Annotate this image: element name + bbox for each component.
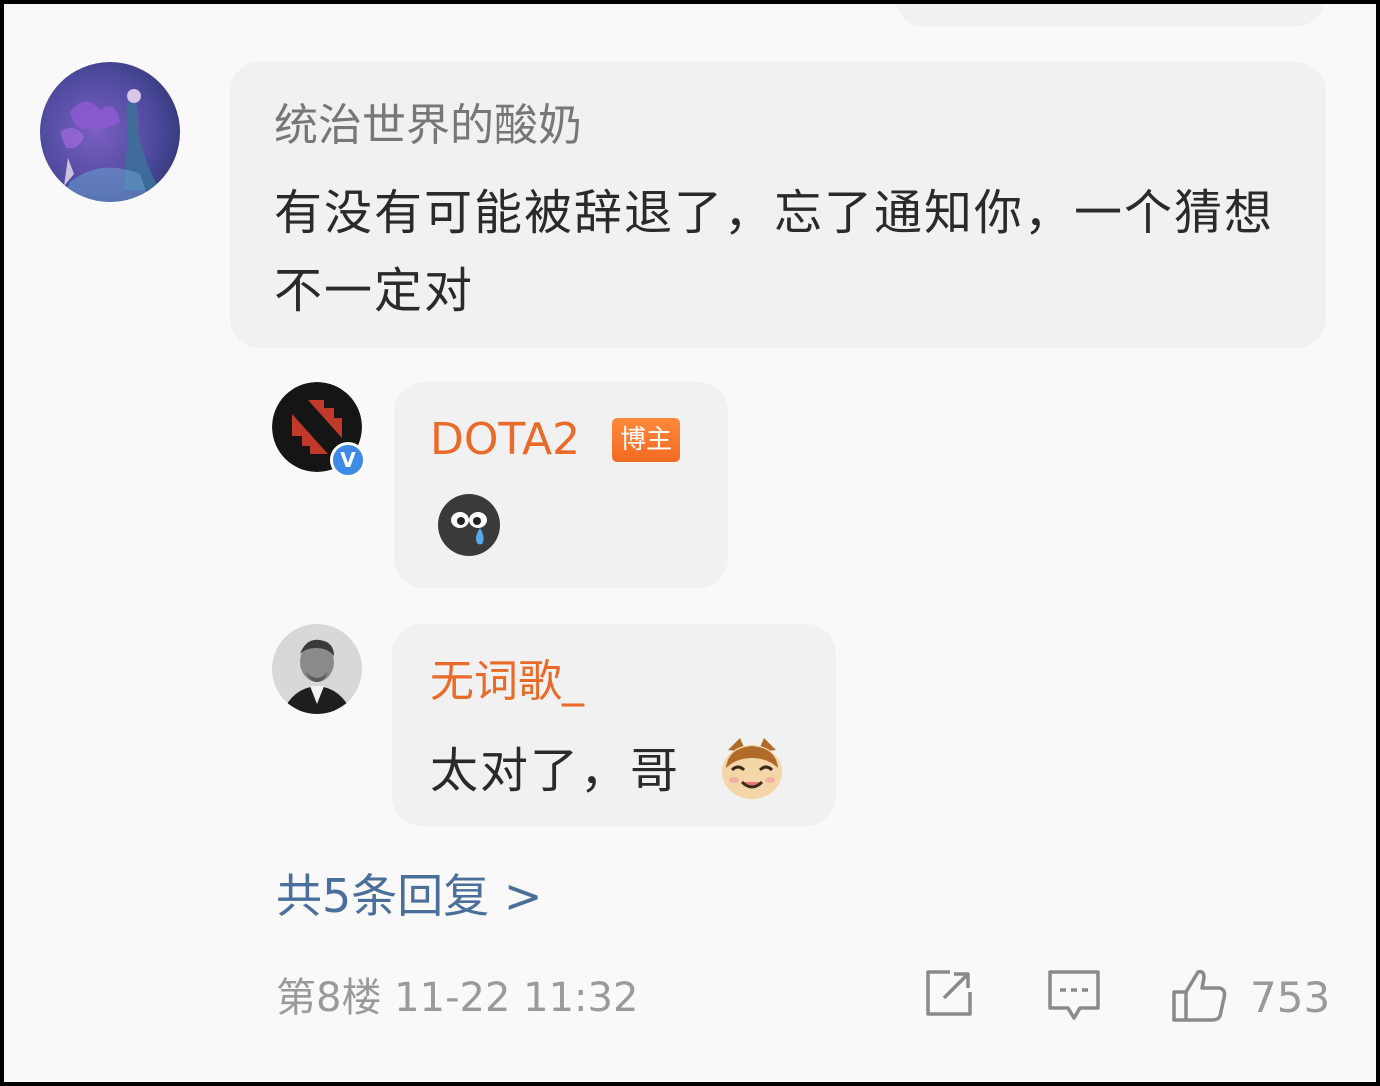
avatar[interactable]	[40, 62, 180, 202]
previous-comment-bubble	[896, 4, 1324, 26]
verified-badge-icon: V	[330, 442, 366, 478]
like-count: 753	[1250, 973, 1331, 1022]
crying-face-icon	[436, 492, 502, 558]
comment-thread: 统治世界的酸奶 有没有可能被辞退了，忘了通知你，一个猜想 不一定对 V DOTA…	[4, 4, 1376, 1082]
cat-face-icon	[718, 734, 786, 802]
share-icon[interactable]	[922, 966, 976, 1020]
blogger-badge: 博主	[612, 418, 681, 462]
reply-comment-icon[interactable]	[1046, 966, 1102, 1022]
timestamp: 11-22 11:32	[394, 975, 639, 1021]
floor-number: 第8楼	[276, 975, 382, 1021]
comment-username[interactable]: 统治世界的酸奶	[274, 100, 582, 152]
reply-avatar-wucige[interactable]	[272, 624, 362, 714]
comment-meta: 第8楼 11-22 11:32	[276, 970, 638, 1026]
reply-username[interactable]: DOTA2	[430, 414, 580, 466]
like-thumb-icon[interactable]	[1170, 966, 1228, 1024]
reply-text: 太对了，哥	[430, 743, 681, 799]
view-more-replies-link[interactable]: 共5条回复 >	[276, 866, 542, 926]
comment-text: 有没有可能被辞退了，忘了通知你，一个猜想 不一定对	[274, 185, 1275, 319]
reply-username[interactable]: 无词歌_	[430, 656, 584, 708]
